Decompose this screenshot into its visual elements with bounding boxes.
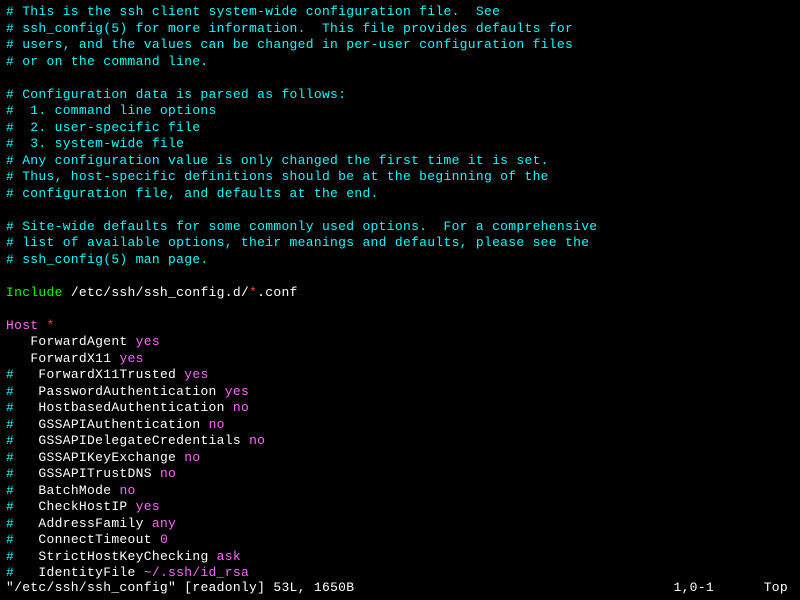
editor-line: # Site-wide defaults for some commonly u… bbox=[6, 219, 794, 236]
editor-line: # or on the command line. bbox=[6, 54, 794, 71]
editor-line: # PasswordAuthentication yes bbox=[6, 384, 794, 401]
status-readonly: [readonly] bbox=[176, 580, 273, 595]
editor-line: # Any configuration value is only change… bbox=[6, 153, 794, 170]
editor-line: Host * bbox=[6, 318, 794, 335]
editor-line: # Configuration data is parsed as follow… bbox=[6, 87, 794, 104]
editor-line bbox=[6, 301, 794, 318]
editor-line: # list of available options, their meani… bbox=[6, 235, 794, 252]
editor-line: # configuration file, and defaults at th… bbox=[6, 186, 794, 203]
editor-line bbox=[6, 202, 794, 219]
editor-line: # ConnectTimeout 0 bbox=[6, 532, 794, 549]
editor-line: # CheckHostIP yes bbox=[6, 499, 794, 516]
editor-line: # BatchMode no bbox=[6, 483, 794, 500]
editor-line: # GSSAPITrustDNS no bbox=[6, 466, 794, 483]
editor-line: ForwardAgent yes bbox=[6, 334, 794, 351]
editor-line: Include /etc/ssh/ssh_config.d/*.conf bbox=[6, 285, 794, 302]
editor-line bbox=[6, 268, 794, 285]
editor-line: # ssh_config(5) man page. bbox=[6, 252, 794, 269]
editor-line: ForwardX11 yes bbox=[6, 351, 794, 368]
editor-line: # Thus, host-specific definitions should… bbox=[6, 169, 794, 186]
editor-line: # HostbasedAuthentication no bbox=[6, 400, 794, 417]
editor-viewport[interactable]: # This is the ssh client system-wide con… bbox=[6, 4, 794, 582]
editor-line: # ForwardX11Trusted yes bbox=[6, 367, 794, 384]
editor-line bbox=[6, 70, 794, 87]
status-scroll-loc: Top bbox=[764, 580, 788, 597]
editor-line: # AddressFamily any bbox=[6, 516, 794, 533]
status-filename: "/etc/ssh/ssh_config" bbox=[6, 580, 176, 595]
status-info: 53L, 1650B bbox=[273, 580, 354, 595]
editor-line: # 3. system-wide file bbox=[6, 136, 794, 153]
editor-line: # This is the ssh client system-wide con… bbox=[6, 4, 794, 21]
editor-line: # GSSAPIDelegateCredentials no bbox=[6, 433, 794, 450]
editor-line: # 1. command line options bbox=[6, 103, 794, 120]
editor-line: # users, and the values can be changed i… bbox=[6, 37, 794, 54]
editor-line: # GSSAPIKeyExchange no bbox=[6, 450, 794, 467]
editor-line: # ssh_config(5) for more information. Th… bbox=[6, 21, 794, 38]
editor-line: # StrictHostKeyChecking ask bbox=[6, 549, 794, 566]
editor-line: # 2. user-specific file bbox=[6, 120, 794, 137]
editor-line: # GSSAPIAuthentication no bbox=[6, 417, 794, 434]
status-bar: "/etc/ssh/ssh_config" [readonly] 53L, 16… bbox=[6, 580, 794, 597]
